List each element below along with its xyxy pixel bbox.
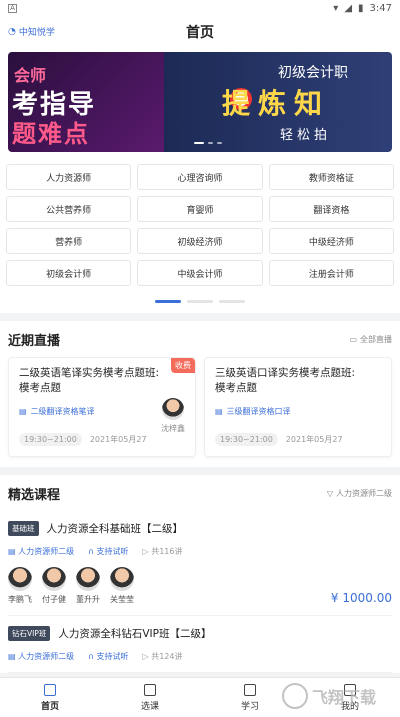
headphone-icon: ∩ — [88, 652, 97, 661]
live-section: 近期直播 ▭ 全部直播 收费 二级英语笔译实务模考点题班:模考点题 ▤ 二级翻译… — [0, 321, 400, 467]
play-icon: ▷ — [142, 547, 152, 556]
avatar — [76, 567, 100, 591]
live-card[interactable]: 三级英语口译实务模考点题班:模考点题 ▤ 三级翻译资格口译 19:30~21:0… — [204, 357, 392, 457]
book-icon: ▤ — [8, 547, 19, 556]
live-category: 三级翻译资格口译 — [226, 407, 291, 416]
category-pager — [6, 300, 394, 303]
banner-indicator — [194, 142, 222, 144]
notification-icon: A — [8, 3, 17, 13]
paid-badge: 收费 — [171, 358, 195, 373]
category-item[interactable]: 教师资格证 — [268, 164, 394, 190]
category-grid: 人力资源师 心理咨询师 教师资格证 公共营养师 育婴师 翻译资格 营养师 初级经… — [0, 160, 400, 313]
wifi-icon: ▾ — [333, 2, 339, 14]
live-time: 19:30~21:00 — [215, 433, 278, 446]
live-card[interactable]: 收费 二级英语笔译实务模考点题班:模考点题 ▤ 二级翻译资格笔译 沈梓鑫 19:… — [8, 357, 196, 457]
logo-text: 中知悦学 — [18, 28, 55, 38]
avatar — [110, 567, 134, 591]
category-item[interactable]: 公共营养师 — [6, 196, 132, 222]
course-item[interactable]: 基础班 人力资源全科基础班【二级】 ▤ 人力资源师二级 ∩ 支持试听 ▷ 共11… — [8, 511, 392, 616]
live-category: 二级翻译资格笔译 — [30, 407, 95, 416]
category-item[interactable]: 注册会计师 — [268, 260, 394, 286]
banner-text: 提炼知 — [222, 87, 331, 120]
category-item[interactable]: 人力资源师 — [6, 164, 132, 190]
top-header: ◔ 中知悦学 首页 — [0, 16, 400, 48]
live-name: 三级英语口译实务模考点题班:模考点题 — [215, 367, 356, 394]
category-item[interactable]: 中级经济师 — [268, 228, 394, 254]
watermark-logo-icon — [282, 683, 308, 709]
banner-text: 轻松拍 — [280, 128, 332, 143]
course-section: 精选课程 ▽ 人力资源师二级 基础班 人力资源全科基础班【二级】 ▤ 人力资源师… — [0, 475, 400, 673]
tab-home[interactable]: 首页 — [0, 678, 100, 717]
banner-text: 题难点 — [12, 120, 90, 148]
study-icon — [244, 683, 256, 696]
teacher: 关莹莹 — [110, 567, 134, 605]
avatar — [8, 567, 32, 591]
book-icon: ▤ — [19, 407, 27, 416]
video-icon: ▭ — [349, 334, 357, 344]
section-title: 精选课程 — [8, 487, 61, 503]
category-item[interactable]: 育婴师 — [137, 196, 263, 222]
play-icon: ▷ — [142, 652, 152, 661]
all-live-link[interactable]: ▭ 全部直播 — [349, 334, 392, 345]
book-icon: ▤ — [8, 652, 19, 661]
tab-course-select[interactable]: 选课 — [100, 678, 200, 717]
filter-icon: ▽ — [326, 488, 333, 498]
course-tag: 钻石VIP班 — [8, 626, 51, 641]
teacher: 董升升 — [76, 567, 100, 605]
live-date: 2021年05月27 — [285, 435, 343, 444]
live-name: 二级英语笔译实务模考点题班:模考点题 — [19, 367, 160, 394]
book-icon: ▤ — [215, 407, 223, 416]
logo-icon: ◔ — [8, 26, 16, 37]
category-item[interactable]: 心理咨询师 — [137, 164, 263, 190]
live-time: 19:30~21:00 — [19, 433, 82, 446]
course-item[interactable]: 钻石VIP班 人力资源全科钻石VIP班【二级】 ▤ 人力资源师二级 ∩ 支持试听… — [8, 616, 392, 673]
category-item[interactable]: 翻译资格 — [268, 196, 394, 222]
course-tag: 基础班 — [8, 521, 39, 536]
battery-icon: ▮ — [358, 2, 364, 14]
watermark: 飞翔下载 — [282, 679, 392, 713]
category-item[interactable]: 中级会计师 — [137, 260, 263, 286]
avatar — [162, 398, 184, 420]
app-logo[interactable]: ◔ 中知悦学 — [8, 25, 55, 39]
status-time: 3:47 — [369, 2, 392, 14]
teacher: 李鹏飞 — [8, 567, 32, 605]
live-date: 2021年05月27 — [89, 435, 147, 444]
page-title: 首页 — [186, 25, 214, 41]
section-title: 近期直播 — [8, 333, 61, 349]
teacher: 付子健 — [42, 567, 66, 605]
category-item[interactable]: 营养师 — [6, 228, 132, 254]
course-name: 人力资源全科基础班【二级】 — [46, 523, 184, 535]
headphone-icon: ∩ — [88, 547, 97, 556]
signal-icon: ◢ — [344, 2, 353, 14]
avatar — [42, 567, 66, 591]
teacher: 沈梓鑫 — [161, 398, 185, 434]
course-price: ¥ 1000.00 — [330, 591, 392, 605]
banner-text: 初级会计职 — [278, 65, 348, 81]
category-item[interactable]: 初级经济师 — [137, 228, 263, 254]
bag-icon — [144, 683, 156, 696]
banner-text: 会师 — [14, 66, 47, 85]
home-icon — [44, 683, 56, 696]
category-item[interactable]: 初级会计师 — [6, 260, 132, 286]
status-bar: A ▾ ◢ ▮ 3:47 — [0, 0, 400, 16]
course-filter[interactable]: ▽ 人力资源师二级 — [327, 488, 392, 499]
banner-carousel[interactable]: 会师 考指导 题难点 初级会计职 提炼知 轻松拍 — [8, 52, 392, 152]
course-name: 人力资源全科钻石VIP班【二级】 — [58, 628, 212, 640]
